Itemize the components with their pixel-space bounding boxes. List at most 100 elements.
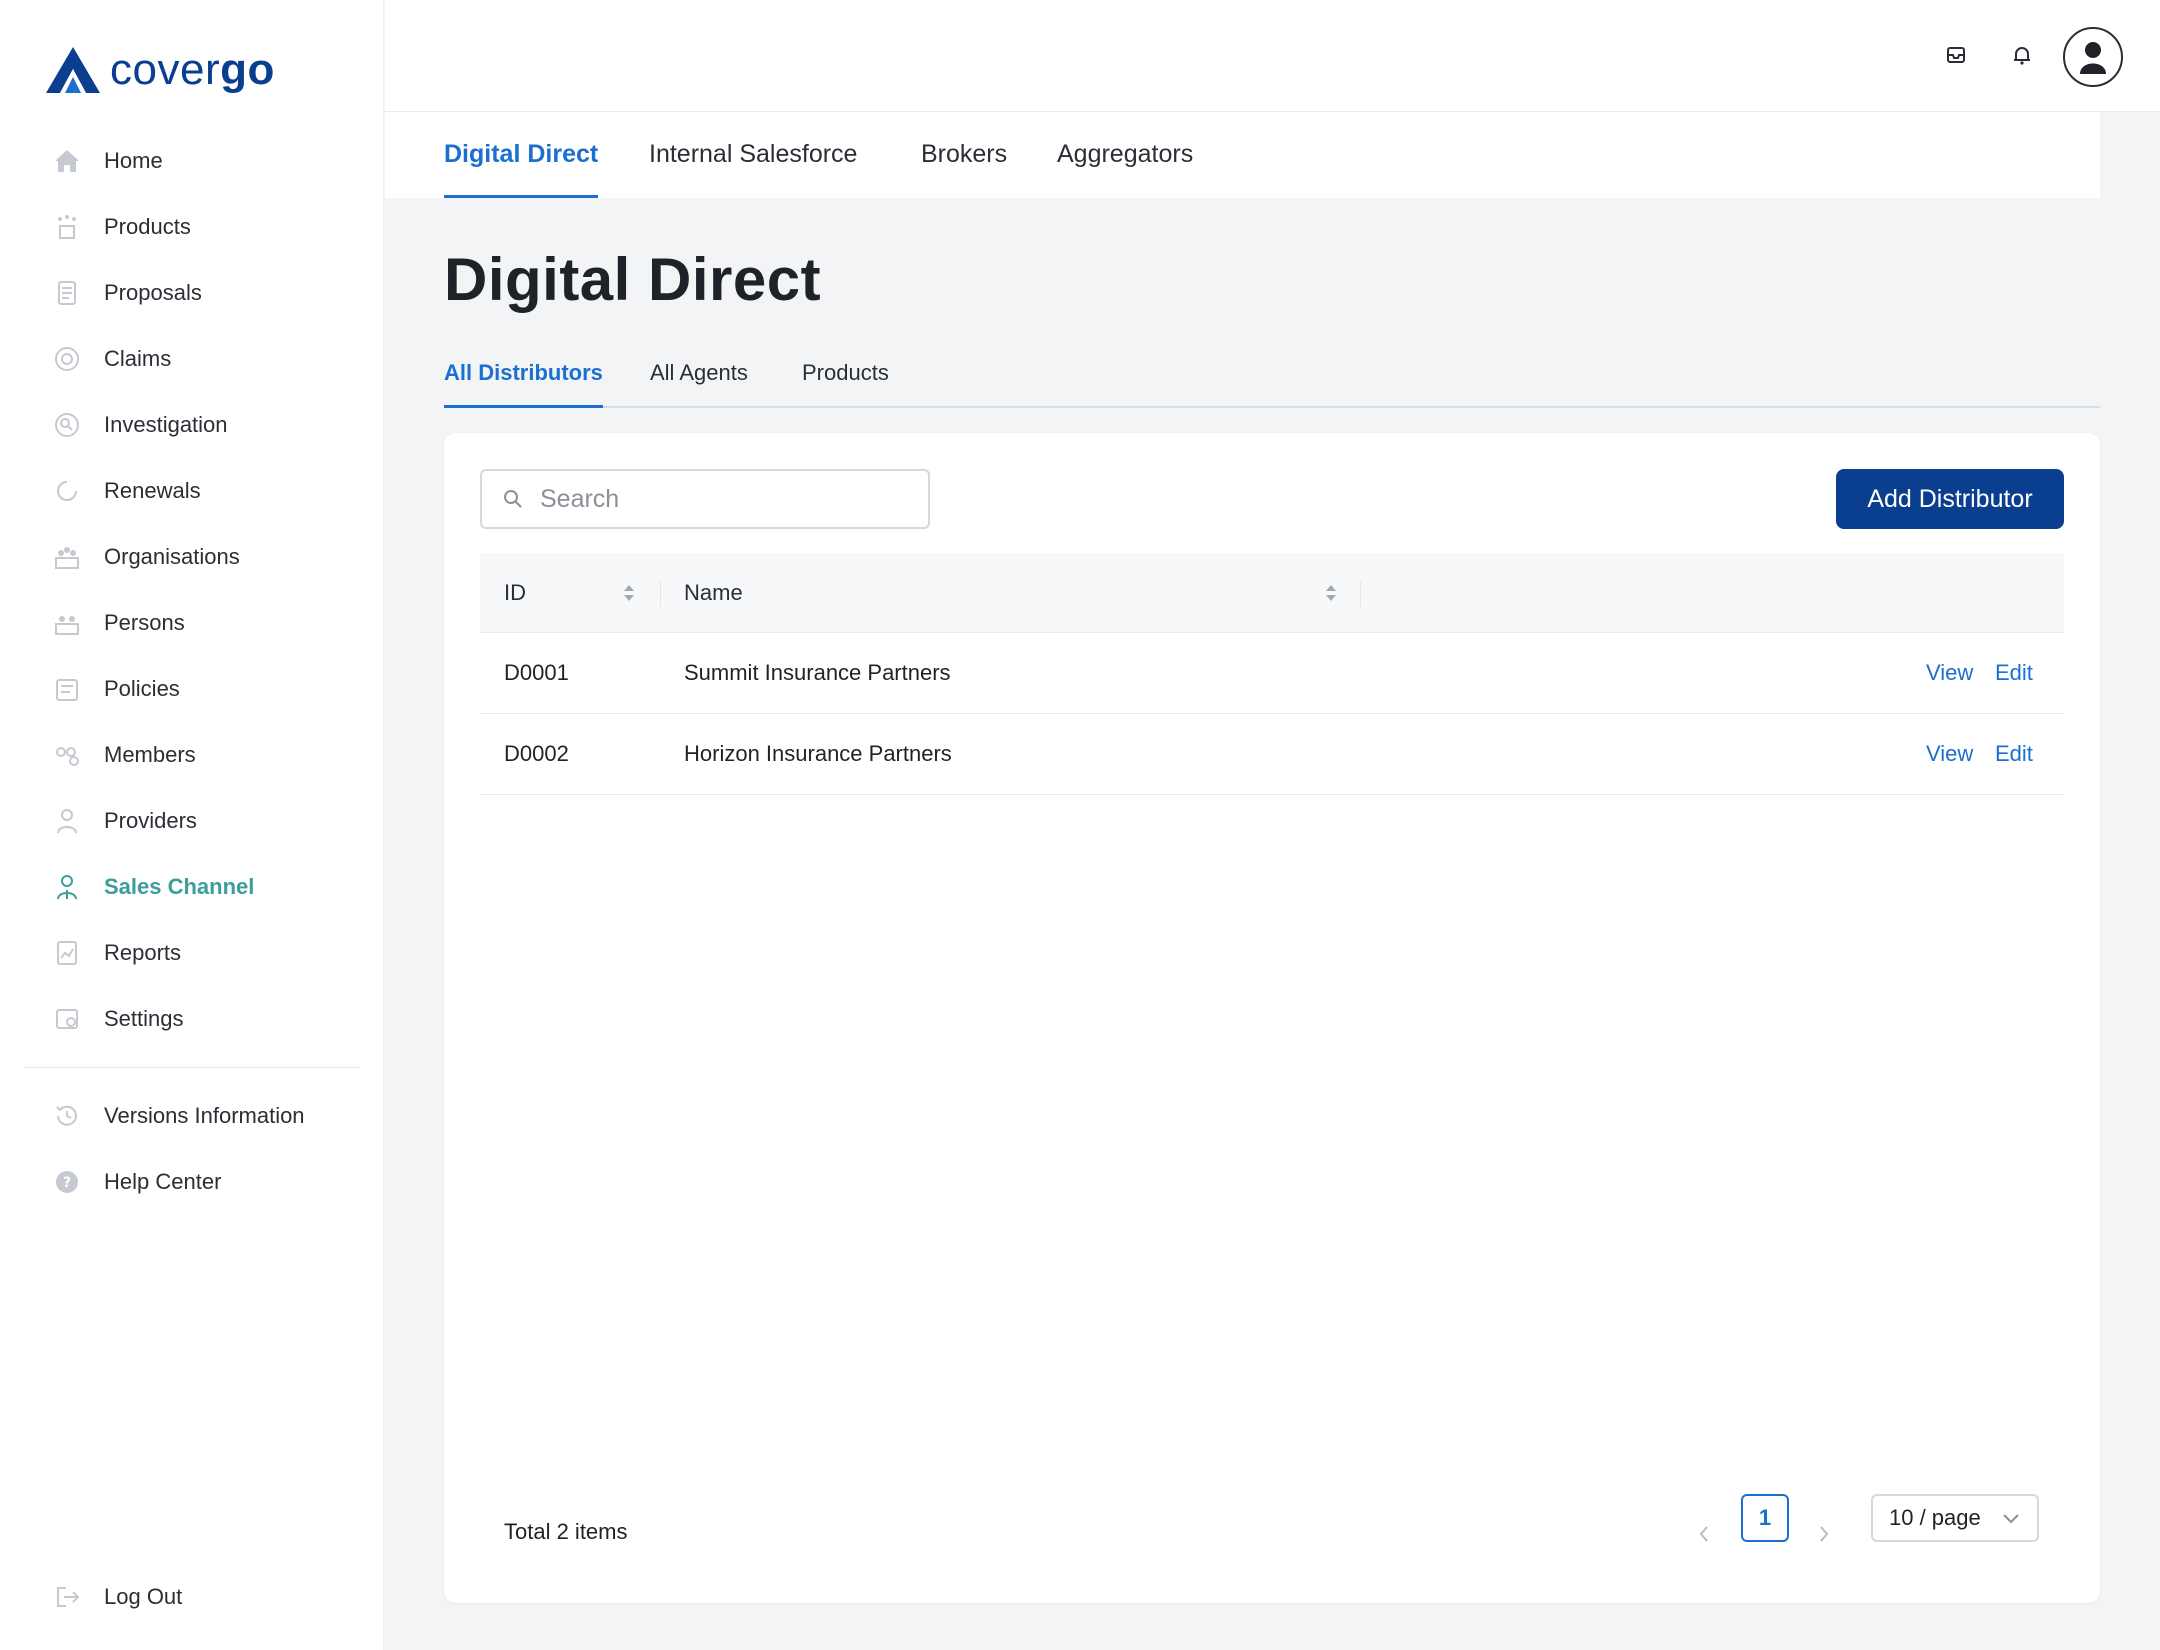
sidebar-item-proposals[interactable]: Proposals	[0, 260, 384, 326]
column-separator	[660, 581, 661, 607]
logout-icon	[52, 1582, 82, 1612]
column-separator	[1360, 581, 1361, 607]
sidebar-item-settings[interactable]: Settings	[0, 986, 384, 1052]
sidebar-item-home[interactable]: Home	[0, 128, 384, 194]
sidebar-item-label: Members	[104, 742, 196, 767]
page-size-select[interactable]: 10 / page	[1871, 1494, 2039, 1542]
page-number-button[interactable]: 1	[1741, 1494, 1789, 1542]
total-items-text: Total 2 items	[504, 1519, 628, 1544]
sidebar-item-persons[interactable]: Persons	[0, 590, 384, 656]
claims-icon	[52, 344, 82, 374]
sort-icon	[624, 585, 634, 601]
persons-icon	[52, 608, 82, 638]
inbox-icon[interactable]	[1941, 40, 1971, 70]
logo-text-bold: go	[220, 45, 275, 94]
distributors-table: ID Name D0001 Summit Insurance Partners …	[480, 553, 2064, 795]
home-icon	[52, 146, 82, 176]
sidebar-item-label: Products	[104, 214, 191, 239]
next-page-button[interactable]	[1809, 1519, 1839, 1549]
cell-id: D0001	[504, 660, 569, 685]
cell-name: Horizon Insurance Partners	[684, 741, 952, 766]
search-box	[480, 469, 930, 529]
logo-text-regular: cover	[110, 45, 221, 94]
sidebar-item-label: Versions Information	[104, 1103, 305, 1128]
search-icon	[504, 490, 522, 508]
add-distributor-button[interactable]: Add Distributor	[1836, 469, 2064, 529]
organisations-icon	[52, 542, 82, 572]
sidebar: covergo Home Products Proposals Claims I…	[0, 0, 384, 1650]
sidebar-item-organisations[interactable]: Organisations	[0, 524, 384, 590]
sidebar-item-providers[interactable]: Providers	[0, 788, 384, 854]
history-icon	[52, 1101, 82, 1131]
providers-icon	[52, 806, 82, 836]
logout-section: Log Out	[0, 1564, 384, 1630]
covergo-logo[interactable]: covergo	[46, 44, 275, 96]
table-row: D0002 Horizon Insurance Partners View Ed…	[480, 714, 2064, 795]
sales-channel-icon	[52, 872, 82, 902]
view-link[interactable]: View	[1926, 714, 1973, 794]
sort-name-button[interactable]	[1324, 553, 1338, 633]
sidebar-item-investigation[interactable]: Investigation	[0, 392, 384, 458]
edit-link[interactable]: Edit	[1995, 714, 2033, 794]
sort-icon	[1326, 585, 1336, 601]
sub-tabs: All Distributors All Agents Products	[444, 360, 2100, 408]
settings-icon	[52, 1004, 82, 1034]
sidebar-divider	[24, 1067, 360, 1068]
sidebar-item-versions-information[interactable]: Versions Information	[0, 1083, 384, 1149]
sort-id-button[interactable]	[622, 553, 636, 633]
sidebar-item-help-center[interactable]: ? Help Center	[0, 1149, 384, 1215]
sidebar-item-label: Renewals	[104, 478, 201, 503]
tab-all-distributors[interactable]: All Distributors	[444, 360, 603, 408]
user-avatar[interactable]	[2063, 27, 2123, 87]
sidebar-item-members[interactable]: Members	[0, 722, 384, 788]
logout-label: Log Out	[104, 1584, 183, 1609]
products-icon	[52, 212, 82, 242]
page-title: Digital Direct	[444, 246, 822, 313]
sidebar-nav: Home Products Proposals Claims Investiga…	[0, 128, 384, 1052]
view-link[interactable]: View	[1926, 633, 1973, 713]
sidebar-item-policies[interactable]: Policies	[0, 656, 384, 722]
tab-brokers[interactable]: Brokers	[921, 140, 1007, 198]
table-header: ID Name	[480, 553, 2064, 633]
sidebar-item-sales-channel[interactable]: Sales Channel	[0, 854, 384, 920]
column-header-id: ID	[504, 580, 526, 605]
sidebar-item-label: Proposals	[104, 280, 202, 305]
bell-icon[interactable]	[2007, 40, 2037, 70]
chevron-left-icon	[1699, 1526, 1708, 1542]
sidebar-item-label: Policies	[104, 676, 180, 701]
sidebar-item-label: Organisations	[104, 544, 240, 569]
sidebar-item-reports[interactable]: Reports	[0, 920, 384, 986]
sidebar-item-products[interactable]: Products	[0, 194, 384, 260]
cell-id: D0002	[504, 741, 569, 766]
logout-button[interactable]: Log Out	[0, 1564, 384, 1630]
edit-link[interactable]: Edit	[1995, 633, 2033, 713]
prev-page-button[interactable]	[1689, 1519, 1719, 1549]
tab-all-agents[interactable]: All Agents	[650, 360, 748, 408]
proposals-icon	[52, 278, 82, 308]
sidebar-secondary-nav: Versions Information ? Help Center	[0, 1083, 384, 1215]
sidebar-item-label: Settings	[104, 1006, 184, 1031]
tab-products[interactable]: Products	[802, 360, 889, 408]
logo-mark-icon	[46, 47, 100, 93]
sidebar-item-label: Claims	[104, 346, 172, 371]
tab-aggregators[interactable]: Aggregators	[1057, 140, 1193, 198]
reports-icon	[52, 938, 82, 968]
column-header-name: Name	[684, 580, 743, 605]
investigation-icon	[52, 410, 82, 440]
sidebar-item-label: Help Center	[104, 1169, 222, 1194]
sidebar-item-claims[interactable]: Claims	[0, 326, 384, 392]
sidebar-item-label: Reports	[104, 940, 182, 965]
svg-text:?: ?	[63, 1175, 71, 1191]
cell-name: Summit Insurance Partners	[684, 660, 951, 685]
page-size-value: 10 / page	[1889, 1505, 1981, 1530]
main-tabs: Digital Direct Internal Salesforce Broke…	[385, 112, 2100, 198]
sidebar-item-renewals[interactable]: Renewals	[0, 458, 384, 524]
distributors-card: Add Distributor ID Name D0001 Summit Ins…	[444, 433, 2100, 1603]
tab-internal-salesforce[interactable]: Internal Salesforce	[649, 140, 857, 198]
sidebar-item-label: Persons	[104, 610, 185, 635]
sidebar-item-label: Investigation	[104, 412, 228, 437]
sidebar-item-label: Home	[104, 148, 163, 173]
tab-digital-direct[interactable]: Digital Direct	[444, 140, 599, 198]
table-row: D0001 Summit Insurance Partners View Edi…	[480, 633, 2064, 714]
search-input[interactable]	[540, 484, 920, 514]
